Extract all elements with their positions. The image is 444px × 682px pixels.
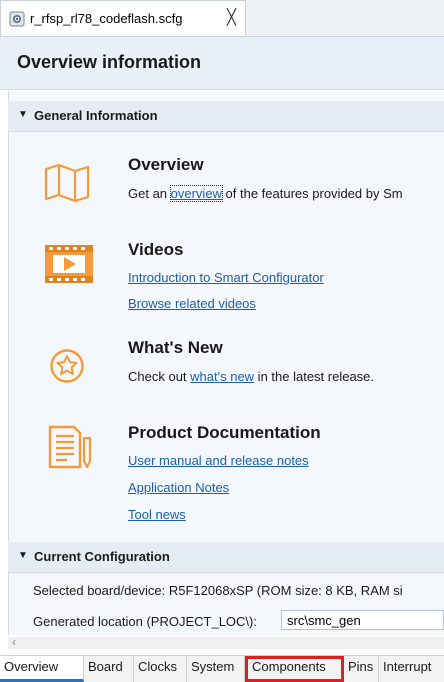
doc-link-row-1: User manual and release notes (128, 453, 309, 468)
overview-description: Get an overview of the features provided… (128, 185, 403, 202)
product-documentation-title: Product Documentation (128, 423, 321, 442)
user-manual-link[interactable]: User manual and release notes (128, 453, 309, 468)
star-icon (50, 349, 84, 383)
page-title: Overview information (17, 52, 202, 72)
intro-smart-configurator-link[interactable]: Introduction to Smart Configurator (128, 270, 324, 285)
generated-location-label: Generated location (PROJECT_LOC\): (33, 614, 257, 629)
close-icon[interactable]: ╳ (227, 9, 236, 27)
horizontal-scrollbar[interactable]: ‹ (8, 635, 444, 649)
document-icon (48, 425, 92, 469)
section-title: General Information (34, 108, 158, 123)
videos-title: Videos (128, 240, 184, 259)
bottom-tab-bar: Overview Board Clocks System Components … (0, 655, 444, 682)
tab-system[interactable]: System (187, 656, 245, 682)
map-icon (44, 163, 90, 203)
section-title: Current Configuration (34, 549, 170, 564)
overview-link[interactable]: overview (169, 185, 223, 202)
editor-tab[interactable]: r_rfsp_rl78_codeflash.scfg ╳ (0, 0, 246, 36)
whats-new-description: Check out what's new in the latest relea… (128, 369, 374, 384)
whats-new-text-before: Check out (128, 369, 191, 384)
browse-related-videos-link[interactable]: Browse related videos (128, 296, 256, 311)
overview-title: Overview (128, 155, 204, 174)
videos-links: Introduction to Smart Configurator (128, 270, 324, 285)
settings-file-icon (9, 11, 25, 27)
chevron-down-icon[interactable]: ▼ (18, 109, 28, 120)
page-header: Overview information (0, 37, 444, 90)
videos-links-2: Browse related videos (128, 296, 256, 311)
selected-board-text: Selected board/device: R5F12068xSP (ROM … (33, 583, 403, 598)
editor-tab-strip: r_rfsp_rl78_codeflash.scfg ╳ (0, 0, 444, 37)
tab-board[interactable]: Board (84, 656, 134, 682)
current-configuration-section-header[interactable]: ▼ Current Configuration (8, 542, 444, 573)
editor-tab-title: r_rfsp_rl78_codeflash.scfg (30, 11, 183, 26)
tab-overview[interactable]: Overview (0, 656, 84, 682)
doc-link-row-2: Application Notes (128, 480, 229, 495)
general-information-section-header[interactable]: ▼ General Information (8, 101, 444, 132)
scroll-left-icon[interactable]: ‹ (12, 635, 16, 649)
whats-new-text-after: in the latest release. (254, 369, 375, 384)
chevron-down-icon[interactable]: ▼ (18, 550, 28, 561)
whats-new-title: What's New (128, 338, 223, 357)
application-notes-link[interactable]: Application Notes (128, 480, 229, 495)
tab-pins[interactable]: Pins (344, 656, 379, 682)
tab-interrupt[interactable]: Interrupt (379, 656, 444, 682)
doc-link-row-3: Tool news (128, 507, 186, 522)
whats-new-link[interactable]: what's new (190, 369, 254, 384)
tab-clocks[interactable]: Clocks (134, 656, 187, 682)
tool-news-link[interactable]: Tool news (128, 507, 186, 522)
video-icon (45, 245, 93, 283)
overview-text-before: Get an (128, 186, 171, 201)
generated-location-input[interactable] (281, 610, 444, 630)
tab-components[interactable]: Components (245, 656, 344, 682)
overview-text-after: of the features provided by Sm (221, 186, 403, 201)
